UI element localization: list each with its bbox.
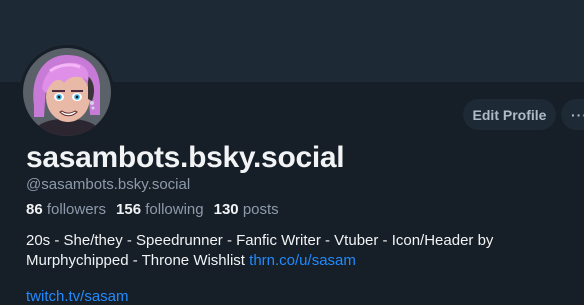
followers-label: followers bbox=[46, 201, 107, 218]
following-stat[interactable]: 156 following bbox=[116, 201, 204, 218]
posts-label: posts bbox=[242, 201, 279, 218]
bio-line-1: 20s - She/they - Speedrunner - Fanfic Wr… bbox=[26, 232, 494, 249]
more-options-button[interactable]: ··· bbox=[561, 99, 584, 130]
posts-stat: 130 posts bbox=[214, 201, 279, 218]
profile-stats: 86 followers 156 following 130 posts bbox=[26, 201, 279, 218]
following-label: following bbox=[145, 201, 204, 218]
bio-twitch-link[interactable]: twitch.tv/sasam bbox=[26, 288, 129, 305]
profile-handle: @sasambots.bsky.social bbox=[26, 176, 191, 193]
profile-bio: 20s - She/they - Speedrunner - Fanfic Wr… bbox=[26, 231, 556, 271]
following-count: 156 bbox=[116, 201, 142, 218]
bio-line-2-text: Murphychipped - Throne Wishlist bbox=[26, 252, 250, 269]
bio-line-2: Murphychipped - Throne Wishlist thrn.co/… bbox=[26, 251, 556, 271]
followers-stat[interactable]: 86 followers bbox=[26, 201, 106, 218]
ellipsis-icon: ··· bbox=[571, 106, 584, 123]
avatar-illustration bbox=[21, 46, 113, 138]
followers-count: 86 bbox=[26, 201, 43, 218]
bio-wishlist-link[interactable]: thrn.co/u/sasam bbox=[249, 252, 356, 269]
posts-count: 130 bbox=[213, 201, 239, 218]
avatar[interactable] bbox=[20, 45, 114, 139]
display-name: sasambots.bsky.social bbox=[26, 141, 345, 174]
edit-profile-button[interactable]: Edit Profile bbox=[463, 99, 556, 130]
